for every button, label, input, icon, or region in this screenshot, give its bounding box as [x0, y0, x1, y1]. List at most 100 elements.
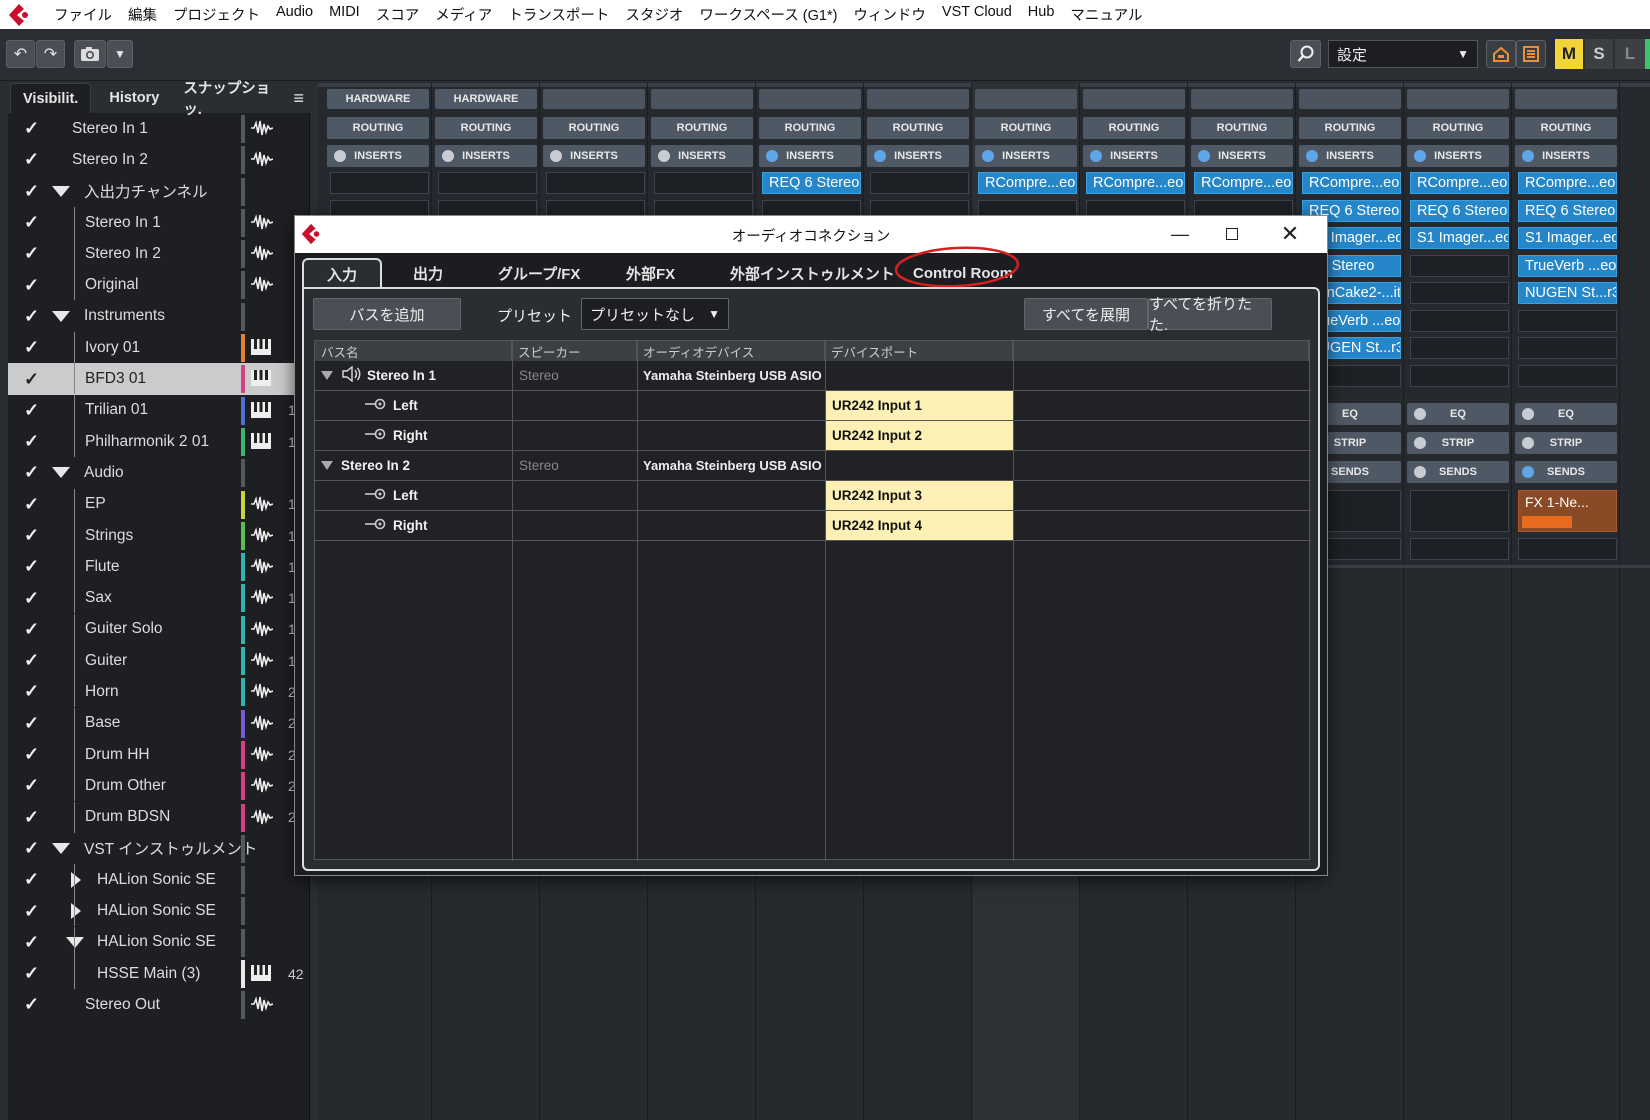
routing-button[interactable]: ROUTING	[543, 117, 645, 139]
sends-bypass-icon[interactable]	[1522, 466, 1534, 478]
menu-item[interactable]: スコア	[368, 4, 428, 25]
insert-slot[interactable]: RCompre...eo	[1086, 172, 1185, 194]
insert-bypass-icon[interactable]	[658, 150, 670, 162]
track-row[interactable]: ✓ EP 1	[8, 488, 310, 520]
visibility-checkmark-icon[interactable]: ✓	[24, 306, 39, 327]
bus-name-cell[interactable]: Stereo In 1	[321, 361, 511, 390]
insert-slot[interactable]	[870, 172, 969, 194]
insert-bypass-icon[interactable]	[874, 150, 886, 162]
tab-external-instruments[interactable]: 外部インストゥルメント	[730, 258, 895, 288]
tab-group-fx[interactable]: グループ/FX	[498, 258, 580, 288]
menu-item[interactable]: MIDI	[321, 4, 368, 25]
track-row[interactable]: ✓ Ivory 01	[8, 332, 310, 364]
send-slot[interactable]	[1518, 538, 1617, 560]
menu-item[interactable]: ウィンドウ	[845, 4, 934, 25]
insert-bypass-icon[interactable]	[1414, 150, 1426, 162]
bus-name-cell[interactable]: Right	[365, 511, 511, 540]
hardware-button[interactable]	[975, 89, 1077, 109]
inserts-button[interactable]: INSERTS	[1407, 145, 1509, 167]
menu-item[interactable]: メディア	[427, 4, 500, 25]
inserts-button[interactable]: INSERTS	[327, 145, 429, 167]
track-row[interactable]: ✓ Base 2	[8, 707, 310, 739]
close-button[interactable]: ✕	[1267, 220, 1313, 248]
device-port-cell[interactable]: UR242 Input 1	[826, 391, 1013, 420]
speaker-config-cell[interactable]: Stereo	[519, 451, 559, 480]
menu-item[interactable]: 編集	[120, 4, 165, 25]
bus-name-cell[interactable]: Left	[365, 481, 511, 510]
track-row[interactable]: ✓ Strings 1	[8, 519, 310, 551]
visibility-checkmark-icon[interactable]: ✓	[24, 901, 39, 922]
insert-slot[interactable]: RCompre...eo	[1410, 172, 1509, 194]
insert-slot[interactable]: NUGEN St...r3	[1518, 282, 1617, 304]
track-row[interactable]: ✓ VST インストゥルメント	[8, 833, 310, 864]
visibility-checkmark-icon[interactable]: ✓	[24, 807, 39, 828]
strip-bypass-icon[interactable]	[1414, 437, 1426, 449]
bus-name-cell[interactable]: Stereo In 2	[321, 451, 511, 480]
track-row[interactable]: ✓ Stereo Out	[8, 989, 310, 1020]
hardware-button[interactable]	[1515, 89, 1617, 109]
inserts-button[interactable]: INSERTS	[1083, 145, 1185, 167]
hardware-button[interactable]	[651, 89, 753, 109]
preset-select[interactable]: プリセットなし ▼	[581, 298, 729, 330]
insert-bypass-icon[interactable]	[1090, 150, 1102, 162]
insert-slot[interactable]	[1410, 282, 1509, 304]
visibility-checkmark-icon[interactable]: ✓	[24, 212, 39, 233]
insert-slot[interactable]: REQ 6 Stereo	[1518, 199, 1617, 222]
insert-slot[interactable]	[654, 172, 753, 194]
hardware-button[interactable]	[543, 89, 645, 109]
menu-item[interactable]: マニュアル	[1062, 4, 1150, 25]
insert-bypass-icon[interactable]	[1198, 150, 1210, 162]
strip-button[interactable]: STRIP	[1407, 432, 1509, 454]
routing-button[interactable]: ROUTING	[1191, 117, 1293, 139]
insert-slot[interactable]	[1518, 309, 1617, 332]
track-row[interactable]: ✓ HALion Sonic SE	[8, 864, 310, 896]
eq-bypass-icon[interactable]	[1414, 408, 1426, 420]
sends-button[interactable]: SENDS	[1515, 461, 1617, 483]
tab-output[interactable]: 出力	[413, 258, 443, 288]
insert-slot[interactable]: RCompre...eo	[1194, 172, 1293, 194]
cubase-logo-icon[interactable]	[6, 2, 32, 28]
insert-slot[interactable]: TrueVerb ...eo	[1518, 254, 1617, 277]
redo-button[interactable]: ↷	[36, 40, 65, 68]
hardware-button[interactable]	[759, 89, 861, 109]
track-row[interactable]: ✓ Sax 1	[8, 582, 310, 614]
menu-item[interactable]: プロジェクト	[165, 4, 268, 25]
snapshot-menu-button[interactable]: ▼	[107, 40, 133, 68]
inserts-button[interactable]: INSERTS	[759, 145, 861, 167]
track-row[interactable]: ✓ Stereo In 2	[8, 144, 310, 175]
visibility-checkmark-icon[interactable]: ✓	[24, 932, 39, 953]
folder-collapsed-icon[interactable]	[71, 872, 81, 889]
folder-collapsed-icon[interactable]	[71, 903, 81, 920]
menu-item[interactable]: ファイル	[46, 4, 120, 25]
track-row[interactable]: ✓ Guiter Solo 1	[8, 613, 310, 645]
routing-button[interactable]: ROUTING	[435, 117, 537, 139]
visibility-checkmark-icon[interactable]: ✓	[24, 400, 39, 421]
visibility-checkmark-icon[interactable]: ✓	[24, 181, 39, 202]
insert-slot[interactable]	[330, 172, 429, 194]
hardware-button[interactable]	[1083, 89, 1185, 109]
track-row[interactable]: ✓ Stereo In 1	[8, 206, 310, 238]
maximize-button[interactable]	[1209, 220, 1255, 248]
add-bus-button[interactable]: バスを追加	[313, 298, 461, 330]
eq-bypass-icon[interactable]	[1522, 408, 1534, 420]
track-row[interactable]: ✓ HALion Sonic SE	[8, 895, 310, 927]
mute-button[interactable]: M	[1555, 39, 1583, 69]
track-row[interactable]: ✓ Trilian 01 1	[8, 394, 310, 426]
tab-input[interactable]: 入力	[302, 258, 382, 288]
visibility-checkmark-icon[interactable]: ✓	[24, 118, 39, 139]
menu-item[interactable]: Audio	[268, 4, 321, 25]
visibility-checkmark-icon[interactable]: ✓	[24, 588, 39, 609]
visibility-checkmark-icon[interactable]: ✓	[24, 275, 39, 296]
insert-bypass-icon[interactable]	[442, 150, 454, 162]
insert-slot[interactable]: RCompre...eo	[1302, 172, 1401, 194]
inserts-button[interactable]: INSERTS	[543, 145, 645, 167]
insert-bypass-icon[interactable]	[550, 150, 562, 162]
folder-expanded-icon[interactable]	[52, 310, 70, 322]
track-row[interactable]: ✓ BFD3 01	[8, 363, 310, 395]
insert-bypass-icon[interactable]	[766, 150, 778, 162]
insert-slot[interactable]	[1410, 364, 1509, 387]
insert-slot[interactable]	[546, 172, 645, 194]
device-port-cell[interactable]: UR242 Input 3	[826, 481, 1013, 510]
visibility-checkmark-icon[interactable]: ✓	[24, 525, 39, 546]
visibility-checkmark-icon[interactable]: ✓	[24, 337, 39, 358]
